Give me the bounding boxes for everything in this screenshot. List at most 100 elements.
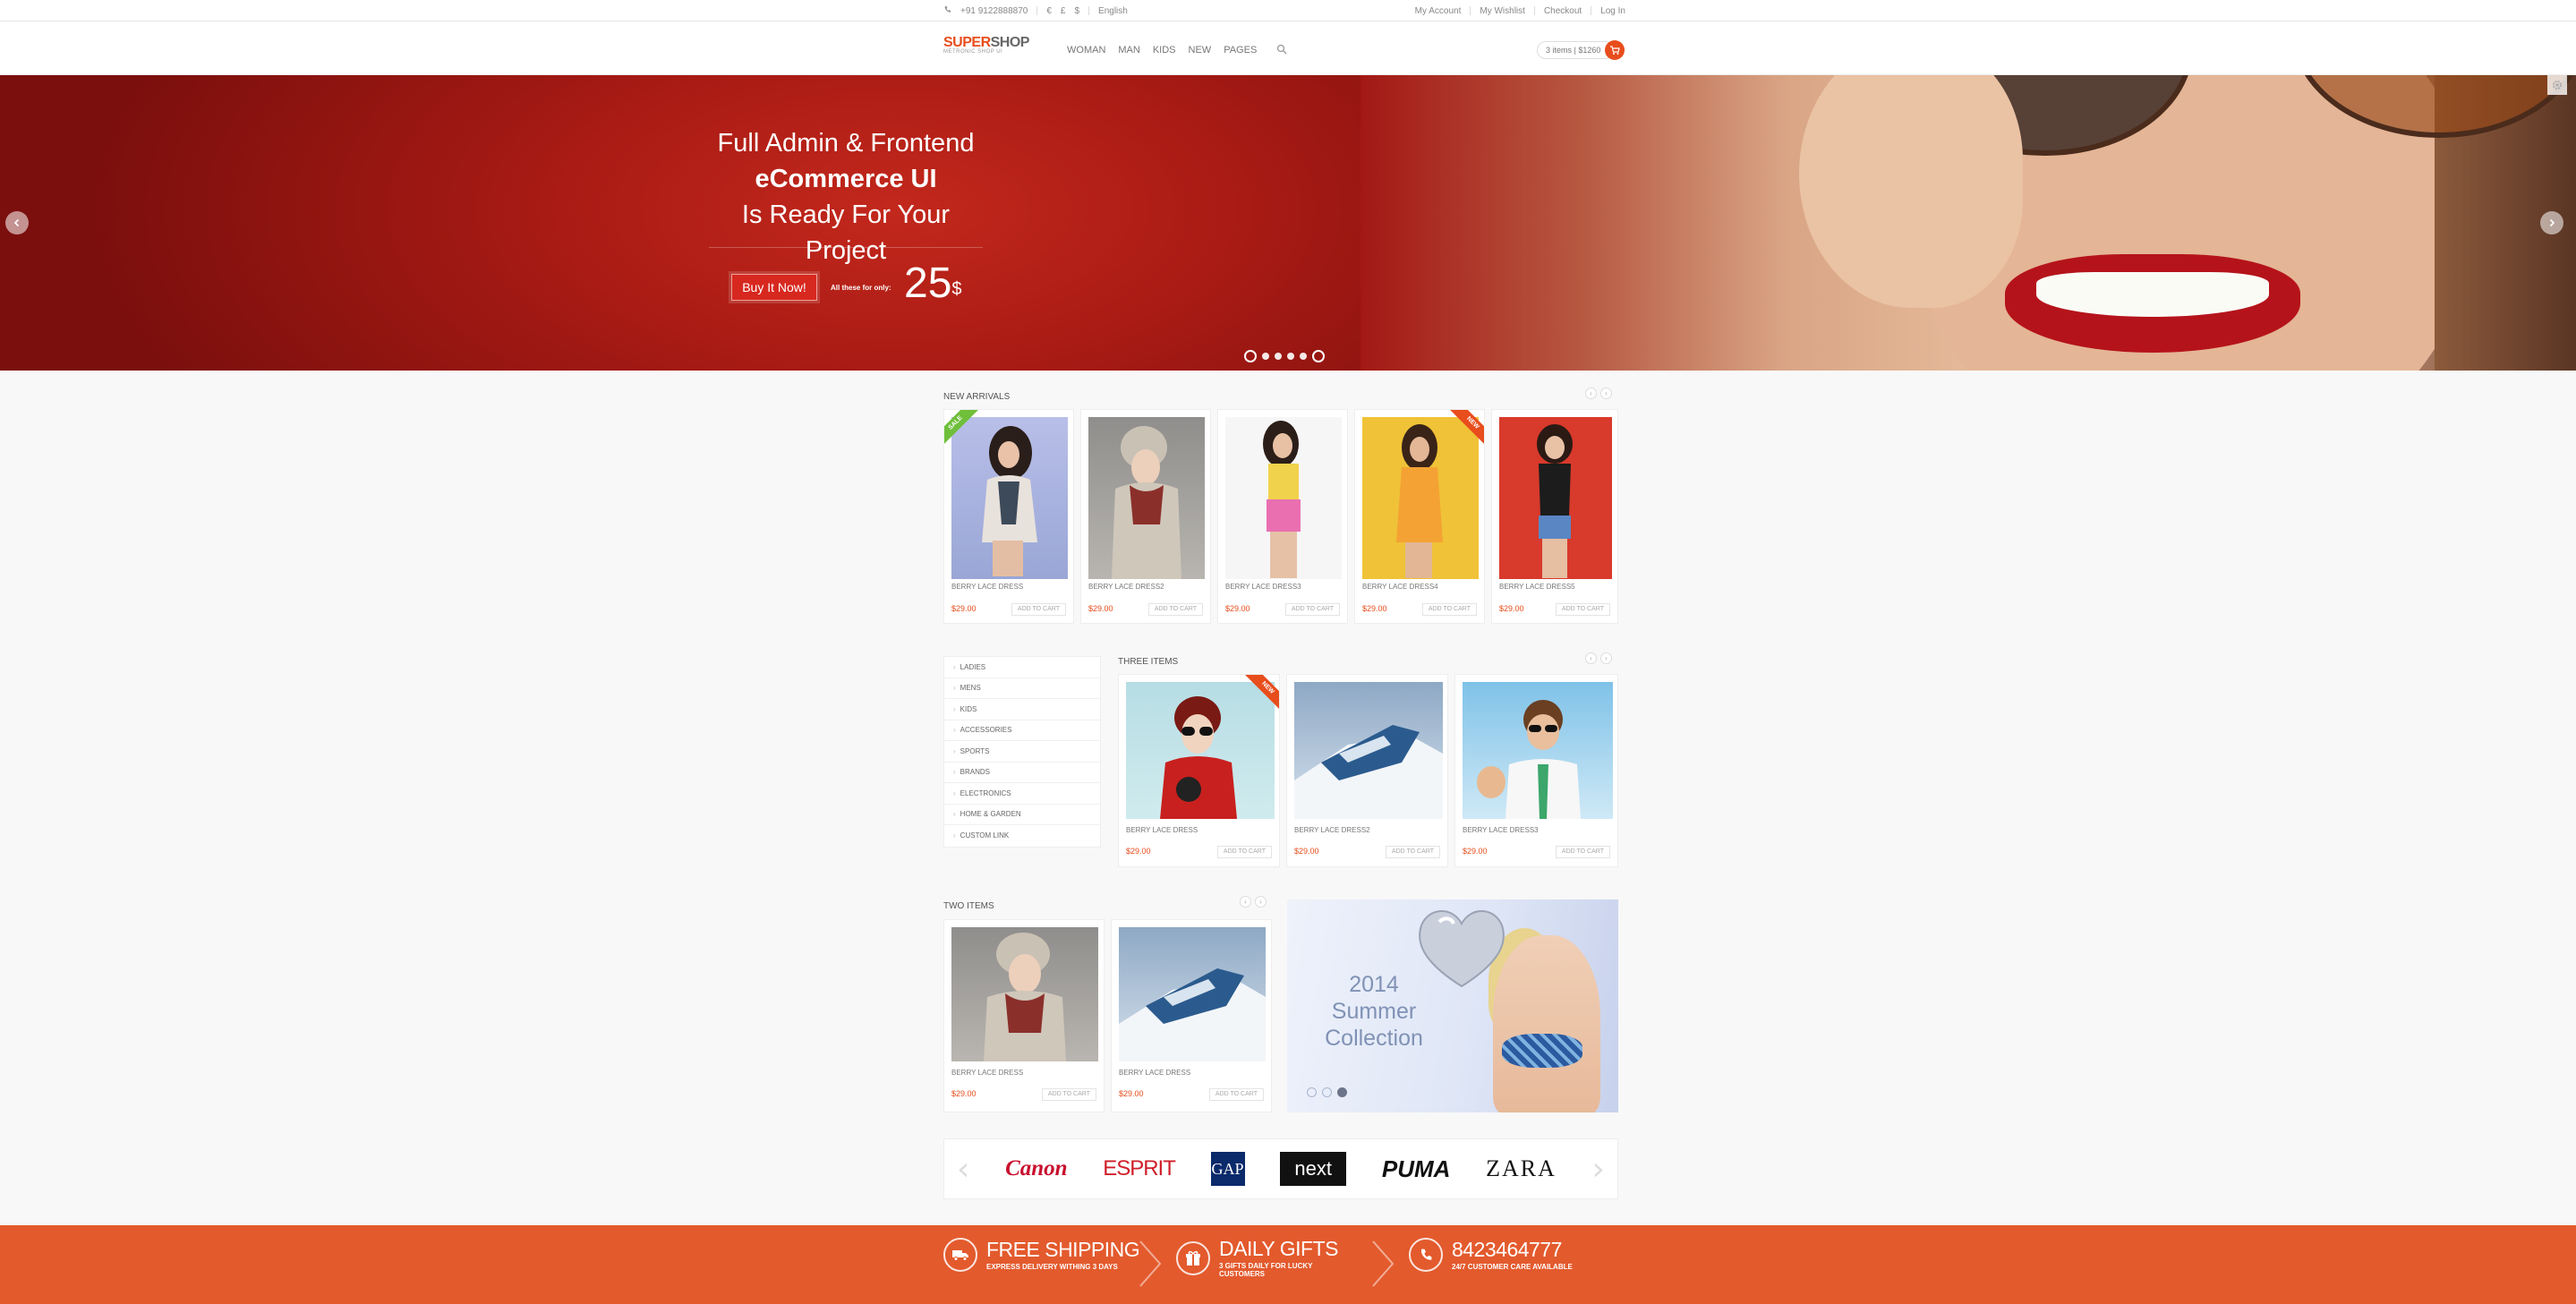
- product-image[interactable]: [951, 927, 1098, 1061]
- add-to-cart-button[interactable]: ADD TO CART: [1284, 603, 1340, 616]
- brands-carousel: ‹ Canon ESPRIT GAP next PUMA ZARA ›: [943, 1138, 1618, 1199]
- add-to-cart-button[interactable]: ADD TO CART: [1011, 603, 1066, 616]
- nav-pages[interactable]: PAGES: [1224, 45, 1257, 55]
- banner-dot-active[interactable]: [1337, 1087, 1347, 1097]
- chevron-right-icon: ›: [953, 704, 956, 713]
- slider-next-arrow[interactable]: [2540, 211, 2563, 234]
- product-name[interactable]: BERRY LACE DRESS: [1119, 1069, 1190, 1077]
- category-item[interactable]: › MENS: [944, 678, 1100, 699]
- carousel-prev-button[interactable]: ‹: [1585, 388, 1597, 399]
- product-name[interactable]: BERRY LACE DRESS: [951, 1069, 1023, 1077]
- search-icon[interactable]: [1276, 44, 1289, 56]
- nav-man[interactable]: MAN: [1118, 45, 1139, 55]
- currency-eur[interactable]: €: [1046, 6, 1052, 16]
- product-price: $29.00: [1225, 604, 1250, 613]
- product-name[interactable]: BERRY LACE DRESS5: [1499, 583, 1575, 591]
- nav-new[interactable]: NEW: [1189, 45, 1212, 55]
- banner-dot[interactable]: [1307, 1087, 1317, 1097]
- banner-dot[interactable]: [1322, 1087, 1332, 1097]
- product-image[interactable]: [1463, 682, 1613, 819]
- product-image[interactable]: [1225, 417, 1342, 579]
- brand-next-logo[interactable]: next: [1280, 1152, 1347, 1186]
- site-logo[interactable]: SUPERSHOP METRONIC SHOP UI: [943, 35, 1029, 55]
- product-image[interactable]: [1499, 417, 1612, 579]
- gear-icon[interactable]: [2547, 75, 2567, 95]
- add-to-cart-button[interactable]: ADD TO CART: [1385, 846, 1440, 858]
- cart-icon[interactable]: [1605, 40, 1625, 60]
- feature-subtitle: EXPRESS DELIVERY WITHING 3 DAYS: [986, 1263, 1118, 1271]
- product-card[interactable]: BERRY LACE DRESS $29.00 ADD TO CART: [1111, 919, 1272, 1112]
- slider-dot-active[interactable]: [1312, 350, 1325, 362]
- product-card[interactable]: BERRY LACE DRESS $29.00 ADD TO CART: [943, 919, 1105, 1112]
- my-wishlist-link[interactable]: My Wishlist: [1480, 6, 1525, 16]
- login-link[interactable]: Log In: [1600, 6, 1625, 16]
- category-item[interactable]: › LADIES: [944, 657, 1100, 678]
- carousel-next-button[interactable]: ›: [1255, 896, 1267, 908]
- header: SUPERSHOP METRONIC SHOP UI WOMAN MAN KID…: [0, 21, 2576, 75]
- slider-prev-arrow[interactable]: [5, 211, 29, 234]
- brand-zara-logo[interactable]: ZARA: [1486, 1149, 1557, 1189]
- add-to-cart-button[interactable]: ADD TO CART: [1216, 846, 1272, 858]
- add-to-cart-button[interactable]: ADD TO CART: [1555, 603, 1610, 616]
- category-item[interactable]: › HOME & GARDEN: [944, 805, 1100, 825]
- category-item[interactable]: › BRANDS: [944, 763, 1100, 783]
- brands-prev-arrow[interactable]: ‹: [957, 1151, 969, 1188]
- product-card[interactable]: BERRY LACE DRESS3 $29.00 ADD TO CART: [1217, 409, 1348, 624]
- product-card[interactable]: SALE BERRY LACE DRESS $29.00 ADD TO CART: [943, 409, 1074, 624]
- add-to-cart-button[interactable]: ADD TO CART: [1421, 603, 1477, 616]
- product-card[interactable]: NEW BERRY LACE DRESS4 $29.00 ADD TO CART: [1354, 409, 1485, 624]
- slider-dot[interactable]: [1244, 350, 1257, 362]
- category-item[interactable]: › ELECTRONICS: [944, 783, 1100, 805]
- product-price: $29.00: [951, 604, 977, 613]
- product-card[interactable]: BERRY LACE DRESS3 $29.00 ADD TO CART: [1454, 674, 1618, 867]
- language-select[interactable]: English: [1098, 6, 1128, 16]
- chevron-right-icon: ›: [953, 788, 956, 797]
- product-card[interactable]: NEW BERRY LACE DRESS $29.00 ADD TO CART: [1118, 674, 1280, 867]
- currency-usd[interactable]: $: [1074, 6, 1079, 16]
- product-card[interactable]: BERRY LACE DRESS5 $29.00 ADD TO CART: [1491, 409, 1618, 624]
- nav-woman[interactable]: WOMAN: [1067, 45, 1105, 55]
- product-name[interactable]: BERRY LACE DRESS: [951, 583, 1023, 591]
- buy-it-now-button[interactable]: Buy It Now!: [731, 274, 817, 301]
- slider-dot[interactable]: [1275, 353, 1282, 360]
- product-image[interactable]: [1119, 927, 1266, 1061]
- chevron-right-icon: ›: [953, 768, 956, 777]
- category-item[interactable]: › ACCESSORIES: [944, 720, 1100, 741]
- brand-canon-logo[interactable]: Canon: [1005, 1149, 1067, 1189]
- add-to-cart-button[interactable]: ADD TO CART: [1555, 846, 1610, 858]
- carousel-prev-button[interactable]: ‹: [1585, 652, 1597, 664]
- brand-puma-logo[interactable]: PUMA: [1382, 1149, 1451, 1189]
- product-name[interactable]: BERRY LACE DRESS3: [1225, 583, 1301, 591]
- product-name[interactable]: BERRY LACE DRESS3: [1463, 826, 1539, 834]
- brand-gap-logo[interactable]: GAP: [1210, 1152, 1245, 1186]
- slider-dot[interactable]: [1287, 353, 1294, 360]
- add-to-cart-button[interactable]: ADD TO CART: [1147, 603, 1203, 616]
- brands-next-arrow[interactable]: ›: [1592, 1151, 1605, 1188]
- my-account-link[interactable]: My Account: [1415, 6, 1462, 16]
- product-card[interactable]: BERRY LACE DRESS2 $29.00 ADD TO CART: [1286, 674, 1448, 867]
- nav-kids[interactable]: KIDS: [1153, 45, 1176, 55]
- product-image[interactable]: [1294, 682, 1443, 819]
- currency-gbp[interactable]: £: [1061, 6, 1066, 16]
- category-item[interactable]: › CUSTOM LINK: [944, 825, 1100, 847]
- brand-esprit-logo[interactable]: ESPRIT: [1103, 1149, 1176, 1189]
- summer-collection-banner[interactable]: 2014 Summer Collection: [1287, 899, 1618, 1112]
- carousel-next-button[interactable]: ›: [1600, 652, 1612, 664]
- product-name[interactable]: BERRY LACE DRESS: [1126, 826, 1198, 834]
- checkout-link[interactable]: Checkout: [1544, 6, 1582, 16]
- add-to-cart-button[interactable]: ADD TO CART: [1041, 1088, 1096, 1101]
- product-image[interactable]: [1088, 417, 1205, 579]
- cart-widget[interactable]: 3 items | $1260: [1537, 40, 1625, 60]
- slider-dot[interactable]: [1262, 353, 1269, 360]
- carousel-prev-button[interactable]: ‹: [1240, 896, 1251, 908]
- carousel-next-button[interactable]: ›: [1600, 388, 1612, 399]
- cart-summary[interactable]: 3 items | $1260: [1537, 41, 1615, 59]
- category-item[interactable]: › KIDS: [944, 699, 1100, 720]
- product-card[interactable]: BERRY LACE DRESS2 $29.00 ADD TO CART: [1080, 409, 1211, 624]
- product-name[interactable]: BERRY LACE DRESS2: [1294, 826, 1370, 834]
- product-name[interactable]: BERRY LACE DRESS4: [1362, 583, 1438, 591]
- category-item[interactable]: › SPORTS: [944, 741, 1100, 763]
- product-name[interactable]: BERRY LACE DRESS2: [1088, 583, 1164, 591]
- add-to-cart-button[interactable]: ADD TO CART: [1208, 1088, 1264, 1101]
- slider-dot[interactable]: [1300, 353, 1307, 360]
